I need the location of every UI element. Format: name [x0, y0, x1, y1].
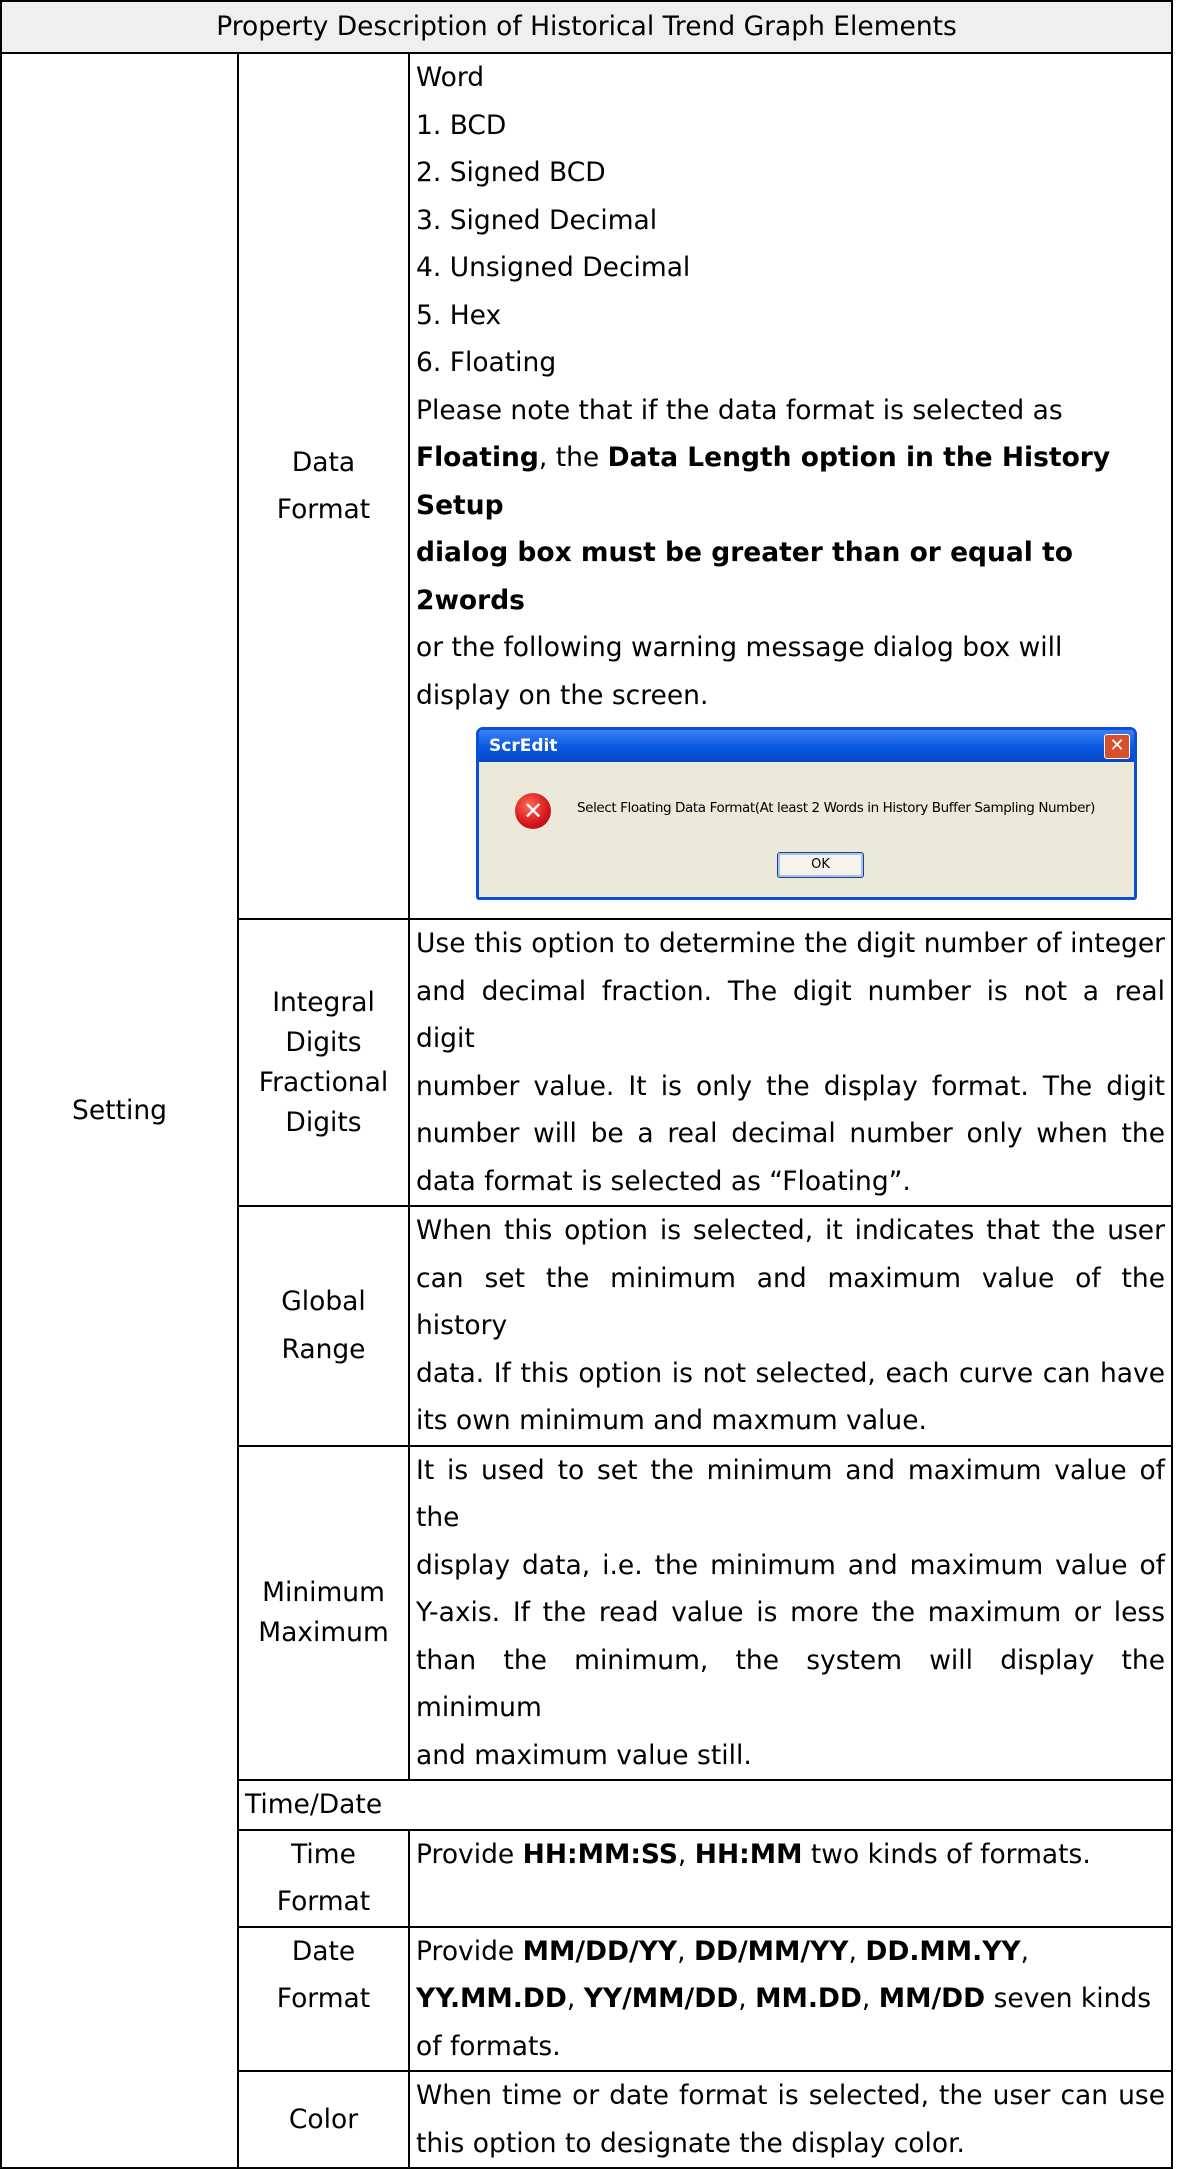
label-min-max: Minimum Maximum	[237, 1444, 410, 1781]
desc-data-format: Word 1. BCD 2. Signed BCD 3. Signed Deci…	[407, 52, 1174, 920]
desc-line: YY.MM.DD, YY/MM/DD, MM.DD, MM/DD seven k…	[416, 1975, 1165, 2023]
table-title: Property Description of Historical Trend…	[0, 0, 1174, 54]
text: Provide	[416, 1838, 523, 1870]
dialog-message: Select Floating Data Format(At least 2 W…	[577, 800, 1096, 816]
note-line: dialog box must be greater than or equal…	[416, 529, 1165, 624]
text: Provide	[416, 1935, 523, 1967]
dialog-screenshot: ScrEdit ✕ ✕ Select Floating Data Format(…	[416, 719, 1165, 918]
bold-text: YY/MM/DD	[583, 1983, 739, 2014]
label-digits: Integral Digits Fractional Digits	[237, 918, 410, 1207]
desc-global-range: When this option is selected, it indicat…	[407, 1205, 1174, 1447]
label-line: Digits	[285, 1026, 362, 1058]
section-time-date: Time/Date	[236, 1779, 1174, 1831]
note-line: Floating, the Data Length option in the …	[416, 434, 1165, 529]
label-line: Format	[276, 494, 371, 525]
property-table: Property Description of Historical Trend…	[0, 0, 1174, 2169]
text: ,	[677, 1935, 694, 1967]
text: ,	[848, 1935, 866, 1967]
desc-line: When this option is selected, it indicat…	[416, 1215, 1166, 1246]
label-line: Global	[281, 1286, 366, 1318]
label-global-range: Global Range	[237, 1205, 410, 1447]
option-item: 1. BCD	[416, 109, 507, 141]
desc-line: than the minimum, the system will displa…	[416, 1644, 1166, 1724]
error-icon: ✕	[515, 793, 551, 829]
text: ,	[1020, 1935, 1030, 1967]
close-icon[interactable]: ✕	[1104, 734, 1130, 759]
dialog-title: ScrEdit	[489, 736, 558, 756]
option-item: 5. Hex	[416, 299, 502, 331]
option-item: 2. Signed BCD	[416, 157, 606, 188]
label-line: Format	[276, 1886, 371, 1917]
desc-line: data. If this option is not selected, ea…	[416, 1357, 1166, 1389]
desc-date-format: Provide MM/DD/YY, DD/MM/YY, DD.MM.YY, YY…	[407, 1925, 1174, 2072]
note-line: or the following warning message dialog …	[416, 632, 1063, 663]
label-line: Fractional	[258, 1066, 389, 1098]
desc-digits: Use this option to determine the digit n…	[407, 918, 1174, 1207]
label-date-format: Date Format	[237, 1925, 410, 2072]
option-item: 3. Signed Decimal	[416, 204, 658, 236]
label-line: Data	[291, 446, 356, 478]
desc-line: Provide MM/DD/YY, DD/MM/YY, DD.MM.YY,	[416, 1928, 1165, 1976]
text: ,	[566, 1983, 584, 2014]
ok-button[interactable]: OK	[777, 852, 864, 878]
desc-line: Y-axis. If the read value is more the ma…	[416, 1597, 1166, 1628]
desc-line: this option to designate the display col…	[416, 2127, 965, 2159]
table-row-data-format: Setting Data Format Word 1. BCD 2. Signe…	[0, 52, 1174, 2169]
desc-line: data format is selected as “Floating”.	[416, 1165, 911, 1197]
desc-line: of formats.	[416, 2030, 561, 2062]
note-line: Please note that if the data format is s…	[416, 394, 1063, 426]
bold-text: HH:MM:SS	[522, 1838, 678, 1870]
desc-time-format: Provide HH:MM:SS, HH:MM two kinds of for…	[407, 1828, 1174, 1928]
bold-text: dialog box must be greater than or equal…	[416, 537, 1073, 616]
desc-line: its own minimum and maxmum value.	[416, 1405, 927, 1436]
text: ,	[677, 1838, 695, 1870]
label-data-format: Data Format	[237, 52, 410, 920]
desc-line: number will be a real decimal number onl…	[416, 1118, 1166, 1149]
word-text: Word	[416, 62, 485, 93]
bold-text: DD.MM.YY	[865, 1935, 1021, 1967]
bold-text: DD/MM/YY	[693, 1935, 849, 1967]
bold-text: Floating	[416, 442, 539, 473]
text: ,	[861, 1983, 879, 2014]
desc-line: Provide HH:MM:SS, HH:MM two kinds of for…	[416, 1831, 1165, 1879]
bold-text: MM/DD	[878, 1983, 986, 2014]
desc-line: display data, i.e. the minimum and maxim…	[416, 1549, 1166, 1581]
label-line: Integral	[272, 986, 375, 1018]
option-item: 4. Unsigned Decimal	[416, 252, 691, 283]
dialog-titlebar: ScrEdit ✕	[479, 730, 1134, 762]
label-line: Format	[276, 1983, 371, 2014]
text: two kinds of formats.	[802, 1838, 1091, 1870]
label-line: Digits	[285, 1106, 362, 1138]
desc-color: When time or date format is selected, th…	[407, 2070, 1174, 2169]
label-line: Range	[281, 1333, 366, 1365]
desc-line: can set the minimum and maximum value of…	[416, 1262, 1166, 1342]
bold-text: HH:MM	[694, 1838, 803, 1870]
note-text: , the	[538, 442, 608, 473]
desc-line: When time or date format is selected, th…	[416, 2080, 1166, 2111]
desc-min-max: It is used to set the minimum and maximu…	[407, 1444, 1174, 1781]
desc-line: and maximum value still.	[416, 1739, 752, 1771]
bold-text: MM/DD/YY	[522, 1935, 678, 1967]
text: seven kinds	[985, 1983, 1152, 2014]
label-time-format: Time Format	[237, 1828, 410, 1928]
desc-line: and decimal fraction. The digit number i…	[416, 975, 1166, 1055]
category-setting: Setting	[0, 52, 239, 2169]
option-item: 6. Floating	[416, 347, 557, 378]
label-line: Date	[291, 1935, 356, 1967]
label-line: Minimum	[262, 1576, 385, 1608]
warning-dialog: ScrEdit ✕ ✕ Select Floating Data Format(…	[476, 727, 1137, 900]
desc-line: Use this option to determine the digit n…	[416, 928, 1166, 959]
desc-line: number value. It is only the display for…	[416, 1070, 1166, 1102]
bold-text: MM.DD	[755, 1983, 862, 2014]
label-line: Time	[291, 1838, 356, 1870]
desc-line: It is used to set the minimum and maximu…	[416, 1454, 1166, 1534]
note-line: display on the screen.	[416, 679, 709, 711]
label-line: Maximum	[258, 1616, 389, 1648]
bold-text: YY.MM.DD	[416, 1983, 567, 2014]
text: ,	[738, 1983, 756, 2014]
label-color: Color	[237, 2070, 410, 2169]
